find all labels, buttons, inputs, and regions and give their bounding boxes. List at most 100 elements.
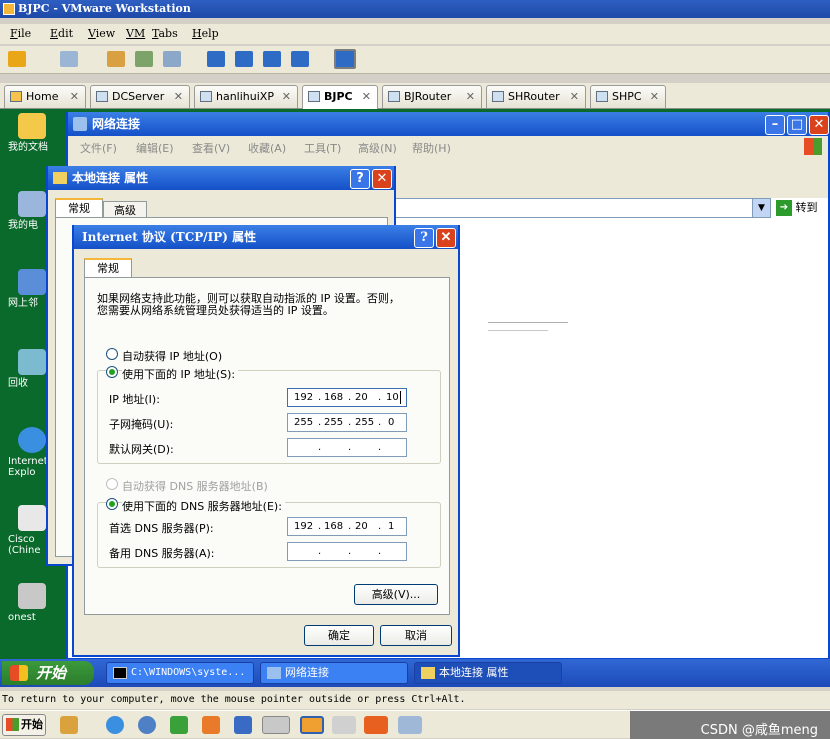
close-button[interactable]: ✕ [436, 228, 456, 248]
tab-shrouter[interactable]: SHRouter ✕ [486, 85, 586, 108]
manual-dns-radio[interactable] [106, 498, 118, 510]
menu-vm[interactable]: VM [126, 27, 145, 40]
window-icon[interactable] [262, 716, 290, 734]
tab-advanced[interactable]: 高级 [103, 201, 147, 218]
address-bar[interactable]: ▼ [368, 198, 771, 218]
vmware-icon[interactable] [300, 716, 324, 734]
cancel-button[interactable]: 取消 [380, 625, 452, 646]
console-view-icon[interactable] [334, 49, 356, 69]
computer-icon [18, 191, 46, 217]
tcpip-titlebar[interactable]: Internet 协议 (TCP/IP) 属性 ? ✕ [74, 225, 458, 249]
cmd-icon [113, 667, 127, 679]
close-icon[interactable]: ✕ [70, 86, 79, 107]
desktop-icon-my-documents[interactable]: 我的文档 [8, 113, 66, 153]
ip-address-field[interactable]: 192. 168. 20. 10 [287, 388, 407, 407]
menu-advanced-cn[interactable]: 高级(N) [358, 140, 397, 156]
app-icon[interactable] [202, 716, 220, 734]
desktop-icon-honest[interactable]: onest [8, 583, 48, 623]
close-icon[interactable]: ✕ [174, 86, 183, 107]
unity-icon[interactable] [291, 51, 309, 67]
vm-icon [492, 91, 504, 102]
tab-home[interactable]: Home ✕ [4, 85, 86, 108]
auto-dns-radio[interactable] [106, 478, 118, 490]
subnet-mask-field[interactable]: 255. 255. 255. 0 [287, 413, 407, 432]
browser-icon[interactable] [138, 716, 156, 734]
menu-view-cn[interactable]: 查看(V) [192, 140, 230, 156]
recycle-bin-icon [18, 349, 46, 375]
tab-hanlihuixp[interactable]: hanlihuiXP ✕ [194, 85, 298, 108]
vmware-menu-bar: File Edit View VM Tabs Help [0, 24, 830, 44]
network-window-titlebar[interactable]: 网络连接 – □ ✕ [68, 112, 829, 136]
snapshot-icon[interactable] [107, 51, 125, 67]
close-icon[interactable]: ✕ [650, 86, 659, 107]
menu-file-cn[interactable]: 文件(F) [80, 140, 117, 156]
host-start-button[interactable]: 开始 [2, 714, 46, 736]
task-network-connections[interactable]: 网络连接 [260, 662, 408, 684]
tab-bjrouter[interactable]: BJRouter ✕ [382, 85, 482, 108]
network-window-menu: 文件(F) 编辑(E) 查看(V) 收藏(A) 工具(T) 高级(N) 帮助(H… [68, 136, 828, 158]
tab-bjpc[interactable]: BJPC ✕ [302, 85, 378, 110]
menu-tabs[interactable]: Tabs [152, 27, 178, 40]
preferred-dns-field[interactable]: 192. 168. 20. 1 [287, 517, 407, 536]
close-icon[interactable]: ✕ [466, 86, 475, 107]
tab-general[interactable]: 常规 [55, 198, 103, 218]
close-button[interactable]: ✕ [372, 169, 392, 189]
chevron-down-icon[interactable]: ▼ [752, 199, 770, 217]
help-button[interactable]: ? [350, 169, 370, 189]
app-icon[interactable] [398, 716, 422, 734]
quicklaunch-icon[interactable] [60, 716, 78, 734]
divider [488, 322, 568, 323]
home-icon [10, 91, 22, 102]
menu-edit[interactable]: Edit [50, 27, 73, 40]
ok-button[interactable]: 确定 [304, 625, 374, 646]
alternate-dns-field[interactable]: ... [287, 542, 407, 561]
alternate-dns-label: 备用 DNS 服务器(A): [109, 547, 215, 560]
menu-edit-cn[interactable]: 编辑(E) [136, 140, 174, 156]
close-icon[interactable]: ✕ [362, 86, 371, 107]
full-screen-view-icon[interactable] [263, 51, 281, 67]
menu-file[interactable]: File [10, 27, 31, 40]
pause-icon[interactable] [8, 51, 26, 67]
fullscreen-icon[interactable] [60, 51, 78, 67]
quick-switch-icon[interactable] [235, 51, 253, 67]
ie-icon[interactable] [106, 716, 124, 734]
menu-help[interactable]: Help [192, 27, 219, 40]
local-props-titlebar[interactable]: 本地连接 属性 ? ✕ [48, 166, 394, 190]
powerpoint-icon[interactable] [364, 716, 388, 734]
tab-shpc[interactable]: SHPC ✕ [590, 85, 666, 108]
close-icon[interactable]: ✕ [282, 86, 291, 107]
auto-dns-label: 自动获得 DNS 服务器地址(B) [122, 480, 268, 493]
help-button[interactable]: ? [414, 228, 434, 248]
task-cmd[interactable]: C:\WINDOWS\syste... [106, 662, 254, 684]
minimize-button[interactable]: – [765, 115, 785, 135]
auto-ip-radio[interactable] [106, 348, 118, 360]
menu-view[interactable]: View [88, 27, 115, 40]
start-button[interactable]: 开始 [2, 661, 94, 685]
snapshot-manager-icon[interactable] [163, 51, 181, 67]
vm-icon [596, 91, 608, 102]
task-local-connection-properties[interactable]: 本地连接 属性 [414, 662, 562, 684]
vm-icon [388, 91, 400, 102]
grid-icon[interactable] [234, 716, 252, 734]
close-button[interactable]: ✕ [809, 115, 829, 135]
tab-dcserver[interactable]: DCServer ✕ [90, 85, 190, 108]
vm-icon [200, 91, 212, 102]
close-icon[interactable]: ✕ [570, 86, 579, 107]
desktop-icon-ie[interactable]: Internet Explo [8, 427, 48, 478]
ie-green-icon[interactable] [170, 716, 188, 734]
go-button[interactable]: ➔ 转到 [776, 198, 826, 218]
desktop-icon-cisco[interactable]: Cisco (Chine [8, 505, 48, 556]
view-icon[interactable] [207, 51, 225, 67]
menu-help-cn[interactable]: 帮助(H) [412, 140, 451, 156]
windows-logo-icon [10, 665, 28, 681]
manual-ip-radio[interactable] [106, 366, 118, 378]
advanced-button[interactable]: 高级(V)... [354, 584, 438, 605]
folder-icon [18, 113, 46, 139]
tab-general[interactable]: 常规 [84, 258, 132, 278]
default-gateway-field[interactable]: ... [287, 438, 407, 457]
revert-icon[interactable] [135, 51, 153, 67]
maximize-button[interactable]: □ [787, 115, 807, 135]
app-icon[interactable] [332, 716, 356, 734]
menu-tools-cn[interactable]: 工具(T) [304, 140, 341, 156]
menu-favorites-cn[interactable]: 收藏(A) [248, 140, 286, 156]
